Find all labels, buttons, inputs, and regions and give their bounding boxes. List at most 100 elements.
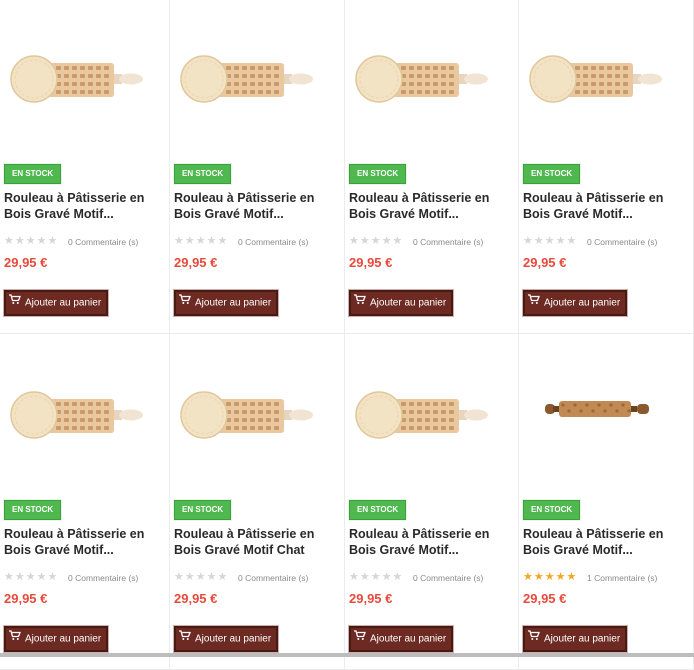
add-to-cart-button[interactable]: Ajouter au panier bbox=[523, 626, 628, 652]
stock-badge: EN STOCK bbox=[349, 500, 407, 520]
product-price: 29,95 € bbox=[174, 255, 218, 270]
shopping-cart-icon bbox=[354, 292, 368, 314]
star-icon: ★ bbox=[206, 571, 218, 583]
add-to-cart-button[interactable]: Ajouter au panier bbox=[4, 290, 109, 316]
stock-badge: EN STOCK bbox=[4, 500, 62, 520]
rating-stars: ★★★★★ bbox=[4, 571, 58, 583]
star-icon: ★ bbox=[47, 235, 59, 247]
star-icon: ★ bbox=[174, 235, 185, 247]
product-title[interactable]: Rouleau à Pâtisserie en Bois Gravé Motif… bbox=[4, 526, 154, 558]
product-price: 29,95 € bbox=[349, 255, 393, 270]
shopping-cart-icon bbox=[9, 292, 23, 314]
shopping-cart-icon bbox=[9, 628, 23, 650]
product-card: EN STOCK Rouleau à Pâtisserie en Bois Gr… bbox=[0, 0, 170, 334]
product-price: 29,95 € bbox=[174, 591, 218, 606]
product-image[interactable] bbox=[6, 28, 156, 123]
star-icon: ★ bbox=[566, 571, 578, 583]
product-card: EN STOCK Rouleau à Pâtisserie en Bois Gr… bbox=[519, 334, 694, 670]
product-image[interactable] bbox=[176, 28, 326, 123]
shopping-cart-icon bbox=[528, 292, 542, 314]
product-grid: EN STOCK Rouleau à Pâtisserie en Bois Gr… bbox=[0, 0, 694, 670]
star-icon: ★ bbox=[206, 235, 218, 247]
add-to-cart-label: Ajouter au panier bbox=[370, 297, 447, 309]
product-image[interactable] bbox=[351, 364, 501, 459]
add-to-cart-label: Ajouter au panier bbox=[370, 633, 447, 645]
star-icon: ★ bbox=[359, 571, 371, 583]
product-card: EN STOCK Rouleau à Pâtisserie en Bois Gr… bbox=[519, 0, 694, 334]
bottom-divider bbox=[0, 653, 694, 657]
rating-stars: ★★★★★ bbox=[349, 571, 403, 583]
product-price: 29,95 € bbox=[349, 591, 393, 606]
star-icon: ★ bbox=[566, 235, 578, 247]
rating-stars: ★★★★★ bbox=[349, 235, 403, 247]
product-card: EN STOCK Rouleau à Pâtisserie en Bois Gr… bbox=[170, 334, 345, 670]
review-count[interactable]: 0 Commentaire (s) bbox=[68, 573, 138, 583]
star-icon: ★ bbox=[381, 571, 393, 583]
product-card: EN STOCK Rouleau à Pâtisserie en Bois Gr… bbox=[345, 334, 519, 670]
product-price: 29,95 € bbox=[4, 255, 48, 270]
add-to-cart-button[interactable]: Ajouter au panier bbox=[174, 626, 279, 652]
star-icon: ★ bbox=[14, 571, 26, 583]
review-count[interactable]: 1 Commentaire (s) bbox=[587, 573, 657, 583]
review-count[interactable]: 0 Commentaire (s) bbox=[238, 573, 308, 583]
add-to-cart-button[interactable]: Ajouter au panier bbox=[174, 290, 279, 316]
product-title[interactable]: Rouleau à Pâtisserie en Bois Gravé Motif… bbox=[174, 190, 324, 222]
product-title[interactable]: Rouleau à Pâtisserie en Bois Gravé Motif… bbox=[523, 526, 673, 558]
add-to-cart-label: Ajouter au panier bbox=[544, 297, 621, 309]
star-icon: ★ bbox=[184, 235, 196, 247]
star-icon: ★ bbox=[555, 571, 567, 583]
star-icon: ★ bbox=[533, 235, 545, 247]
product-price: 29,95 € bbox=[523, 255, 567, 270]
stock-badge: EN STOCK bbox=[174, 164, 232, 184]
review-count[interactable]: 0 Commentaire (s) bbox=[413, 573, 483, 583]
product-image[interactable] bbox=[351, 28, 501, 123]
review-count[interactable]: 0 Commentaire (s) bbox=[238, 237, 308, 247]
star-icon: ★ bbox=[523, 571, 534, 583]
star-icon: ★ bbox=[392, 571, 404, 583]
star-icon: ★ bbox=[174, 571, 185, 583]
star-icon: ★ bbox=[195, 235, 207, 247]
add-to-cart-label: Ajouter au panier bbox=[195, 633, 272, 645]
star-icon: ★ bbox=[349, 235, 360, 247]
add-to-cart-button[interactable]: Ajouter au panier bbox=[4, 626, 109, 652]
review-count[interactable]: 0 Commentaire (s) bbox=[413, 237, 483, 247]
star-icon: ★ bbox=[195, 571, 207, 583]
star-icon: ★ bbox=[217, 235, 229, 247]
product-image[interactable] bbox=[6, 364, 156, 459]
product-title[interactable]: Rouleau à Pâtisserie en Bois Gravé Motif… bbox=[349, 526, 499, 558]
star-icon: ★ bbox=[349, 571, 360, 583]
star-icon: ★ bbox=[184, 571, 196, 583]
star-icon: ★ bbox=[4, 571, 15, 583]
rating-stars: ★★★★★ bbox=[523, 571, 577, 583]
shopping-cart-icon bbox=[179, 628, 193, 650]
add-to-cart-button[interactable]: Ajouter au panier bbox=[349, 626, 454, 652]
product-title[interactable]: Rouleau à Pâtisserie en Bois Gravé Motif… bbox=[523, 190, 673, 222]
product-card: EN STOCK Rouleau à Pâtisserie en Bois Gr… bbox=[0, 334, 170, 670]
product-title[interactable]: Rouleau à Pâtisserie en Bois Gravé Motif… bbox=[4, 190, 154, 222]
review-count[interactable]: 0 Commentaire (s) bbox=[587, 237, 657, 247]
shopping-cart-icon bbox=[528, 628, 542, 650]
add-to-cart-button[interactable]: Ajouter au panier bbox=[523, 290, 628, 316]
star-icon: ★ bbox=[370, 571, 382, 583]
star-icon: ★ bbox=[25, 235, 37, 247]
star-icon: ★ bbox=[36, 571, 48, 583]
star-icon: ★ bbox=[25, 571, 37, 583]
star-icon: ★ bbox=[544, 235, 556, 247]
rating-stars: ★★★★★ bbox=[174, 571, 228, 583]
stock-badge: EN STOCK bbox=[4, 164, 62, 184]
product-image[interactable] bbox=[525, 28, 675, 123]
product-image[interactable] bbox=[176, 364, 326, 459]
add-to-cart-button[interactable]: Ajouter au panier bbox=[349, 290, 454, 316]
review-count[interactable]: 0 Commentaire (s) bbox=[68, 237, 138, 247]
add-to-cart-label: Ajouter au panier bbox=[195, 297, 272, 309]
shopping-cart-icon bbox=[354, 628, 368, 650]
product-image[interactable] bbox=[525, 364, 675, 459]
add-to-cart-label: Ajouter au panier bbox=[25, 633, 102, 645]
star-icon: ★ bbox=[392, 235, 404, 247]
product-title[interactable]: Rouleau à Pâtisserie en Bois Gravé Motif… bbox=[349, 190, 499, 222]
add-to-cart-label: Ajouter au panier bbox=[544, 633, 621, 645]
product-title[interactable]: Rouleau à Pâtisserie en Bois Gravé Motif… bbox=[174, 526, 324, 558]
star-icon: ★ bbox=[370, 235, 382, 247]
star-icon: ★ bbox=[14, 235, 26, 247]
product-card: EN STOCK Rouleau à Pâtisserie en Bois Gr… bbox=[170, 0, 345, 334]
